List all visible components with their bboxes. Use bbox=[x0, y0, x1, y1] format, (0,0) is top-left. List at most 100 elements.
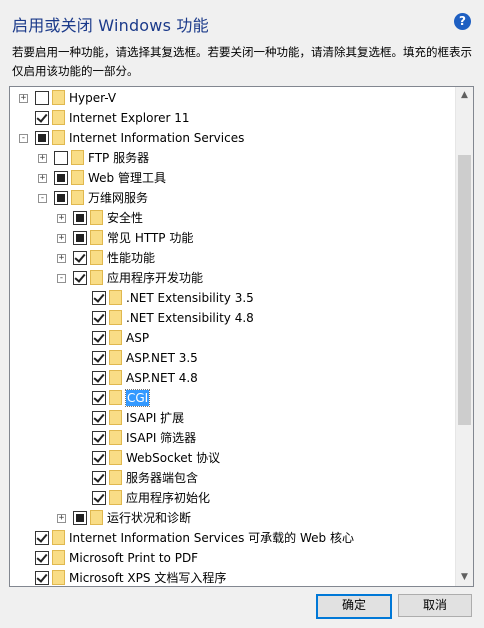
feature-label: Microsoft XPS 文档写入程序 bbox=[69, 571, 227, 585]
folder-icon bbox=[90, 250, 103, 265]
feature-label: .NET Extensibility 3.5 bbox=[126, 291, 254, 305]
feature-row[interactable]: + Hyper-V bbox=[10, 88, 456, 108]
expand-icon[interactable]: + bbox=[57, 514, 66, 523]
feature-row[interactable]: ASP bbox=[10, 328, 456, 348]
feature-checkbox[interactable] bbox=[73, 271, 87, 285]
feature-checkbox[interactable] bbox=[92, 391, 106, 405]
feature-label: 应用程序初始化 bbox=[126, 491, 211, 505]
feature-row[interactable]: Internet Explorer 11 bbox=[10, 108, 456, 128]
collapse-icon[interactable]: - bbox=[19, 134, 28, 143]
expand-icon[interactable]: + bbox=[38, 154, 47, 163]
feature-label: Web 管理工具 bbox=[88, 171, 166, 185]
feature-label: Hyper-V bbox=[69, 91, 117, 105]
folder-icon bbox=[109, 470, 122, 485]
scroll-up-icon[interactable]: ▲ bbox=[456, 87, 473, 104]
feature-row[interactable]: - 万维网服务 bbox=[10, 188, 456, 208]
folder-icon bbox=[109, 430, 122, 445]
expand-icon[interactable]: + bbox=[57, 234, 66, 243]
expand-icon[interactable]: + bbox=[57, 254, 66, 263]
feature-row[interactable]: + 安全性 bbox=[10, 208, 456, 228]
feature-checkbox[interactable] bbox=[73, 231, 87, 245]
feature-tree[interactable]: + Hyper-V Internet Explorer 11 - Internet In… bbox=[9, 86, 474, 587]
feature-row[interactable]: .NET Extensibility 4.8 bbox=[10, 308, 456, 328]
feature-row[interactable]: ASP.NET 4.8 bbox=[10, 368, 456, 388]
cancel-button[interactable]: 取消 bbox=[398, 594, 472, 617]
feature-row[interactable]: WebSocket 协议 bbox=[10, 448, 456, 468]
feature-checkbox[interactable] bbox=[92, 431, 106, 445]
folder-icon bbox=[71, 150, 84, 165]
feature-checkbox[interactable] bbox=[92, 371, 106, 385]
feature-label: CGI bbox=[124, 389, 151, 407]
feature-label: 服务器端包含 bbox=[126, 471, 199, 485]
feature-checkbox[interactable] bbox=[54, 171, 68, 185]
folder-icon bbox=[109, 330, 122, 345]
folder-icon bbox=[71, 190, 84, 205]
folder-icon bbox=[52, 130, 65, 145]
feature-checkbox[interactable] bbox=[92, 351, 106, 365]
feature-row[interactable]: Microsoft Print to PDF bbox=[10, 548, 456, 568]
folder-icon bbox=[90, 210, 103, 225]
feature-label: WebSocket 协议 bbox=[126, 451, 221, 465]
feature-checkbox[interactable] bbox=[92, 311, 106, 325]
feature-row[interactable]: Microsoft XPS 文档写入程序 bbox=[10, 568, 456, 586]
feature-checkbox[interactable] bbox=[35, 131, 49, 145]
feature-checkbox[interactable] bbox=[35, 531, 49, 545]
feature-checkbox[interactable] bbox=[92, 331, 106, 345]
feature-row[interactable]: .NET Extensibility 3.5 bbox=[10, 288, 456, 308]
feature-label: ASP.NET 4.8 bbox=[126, 371, 198, 385]
feature-checkbox[interactable] bbox=[92, 411, 106, 425]
feature-label: 万维网服务 bbox=[88, 191, 149, 205]
folder-icon bbox=[52, 90, 65, 105]
folder-icon bbox=[52, 110, 65, 125]
scrollbar-thumb[interactable] bbox=[458, 155, 471, 425]
feature-checkbox[interactable] bbox=[35, 91, 49, 105]
feature-label: 性能功能 bbox=[107, 251, 156, 265]
expand-icon[interactable]: + bbox=[38, 174, 47, 183]
feature-checkbox[interactable] bbox=[92, 291, 106, 305]
feature-checkbox[interactable] bbox=[54, 151, 68, 165]
feature-checkbox[interactable] bbox=[35, 551, 49, 565]
help-icon[interactable]: ? bbox=[454, 13, 471, 30]
ok-button[interactable]: 确定 bbox=[316, 594, 392, 619]
folder-icon bbox=[90, 270, 103, 285]
collapse-icon[interactable]: - bbox=[38, 194, 47, 203]
dialog-description: 若要启用一种功能，请选择其复选框。若要关闭一种功能，请清除其复选框。填充的框表示… bbox=[12, 45, 472, 78]
folder-icon bbox=[109, 310, 122, 325]
feature-checkbox[interactable] bbox=[92, 471, 106, 485]
folder-icon bbox=[109, 410, 122, 425]
feature-row[interactable]: 服务器端包含 bbox=[10, 468, 456, 488]
dialog-title: 启用或关闭 Windows 功能 bbox=[12, 16, 209, 35]
feature-row[interactable]: - 应用程序开发功能 bbox=[10, 268, 456, 288]
feature-checkbox[interactable] bbox=[54, 191, 68, 205]
feature-row[interactable]: CGI bbox=[10, 388, 456, 408]
collapse-icon[interactable]: - bbox=[57, 274, 66, 283]
feature-checkbox[interactable] bbox=[73, 251, 87, 265]
feature-checkbox[interactable] bbox=[73, 211, 87, 225]
feature-label: Internet Information Services bbox=[69, 131, 245, 145]
expand-icon[interactable]: + bbox=[19, 94, 28, 103]
feature-label: ASP.NET 3.5 bbox=[126, 351, 198, 365]
scroll-down-icon[interactable]: ▼ bbox=[456, 569, 473, 586]
feature-row[interactable]: ASP.NET 3.5 bbox=[10, 348, 456, 368]
feature-checkbox[interactable] bbox=[73, 511, 87, 525]
feature-label: 常见 HTTP 功能 bbox=[107, 231, 194, 245]
feature-row[interactable]: + 性能功能 bbox=[10, 248, 456, 268]
vertical-scrollbar[interactable]: ▲ ▼ bbox=[455, 87, 473, 586]
feature-row[interactable]: - Internet Information Services bbox=[10, 128, 456, 148]
expand-icon[interactable]: + bbox=[57, 214, 66, 223]
feature-label: ASP bbox=[126, 331, 150, 345]
feature-row[interactable]: 应用程序初始化 bbox=[10, 488, 456, 508]
feature-checkbox[interactable] bbox=[92, 491, 106, 505]
feature-row[interactable]: ISAPI 筛选器 bbox=[10, 428, 456, 448]
feature-row[interactable]: + 运行状况和诊断 bbox=[10, 508, 456, 528]
feature-row[interactable]: + FTP 服务器 bbox=[10, 148, 456, 168]
feature-row[interactable]: Internet Information Services 可承载的 Web 核… bbox=[10, 528, 456, 548]
feature-checkbox[interactable] bbox=[92, 451, 106, 465]
feature-label: 安全性 bbox=[107, 211, 144, 225]
feature-row[interactable]: + Web 管理工具 bbox=[10, 168, 456, 188]
feature-checkbox[interactable] bbox=[35, 571, 49, 585]
feature-row[interactable]: + 常见 HTTP 功能 bbox=[10, 228, 456, 248]
feature-row[interactable]: ISAPI 扩展 bbox=[10, 408, 456, 428]
feature-checkbox[interactable] bbox=[35, 111, 49, 125]
feature-label: Internet Explorer 11 bbox=[69, 111, 190, 125]
